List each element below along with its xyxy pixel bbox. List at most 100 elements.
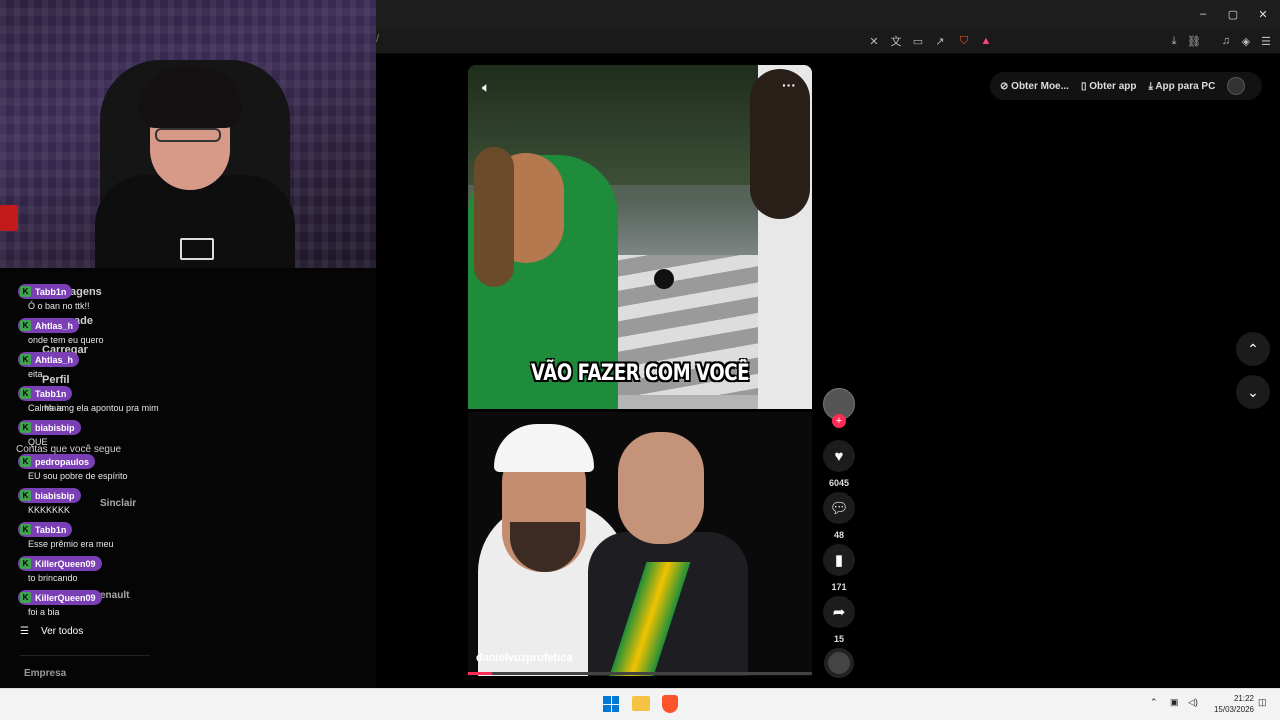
app-for-pc-label: App para PC [1155,80,1216,92]
chat-message: K Tabb1n Esse prêmio era meu [18,522,114,549]
chat-username[interactable]: K Tabb1n [18,386,73,401]
brave-rewards-icon[interactable]: ▲ [978,33,994,49]
chat-badge-icon: K [20,592,31,603]
share-count: 15 [833,634,844,644]
clock[interactable]: 21:22 15/03/2026 [1206,693,1254,715]
like-button[interactable]: ♥ 6045 [822,440,856,488]
chat-username[interactable]: K KillerQueen09 [18,590,102,605]
chat-username[interactable]: K Ahtlas_h [18,352,80,367]
browser-toolbar [376,28,1280,54]
following-user-sinclair[interactable]: Sinclair [100,498,136,509]
video-caption: VÃO FAZER COM VOCÊ [530,361,750,386]
follow-plus-icon[interactable]: + [832,414,846,428]
download-icon[interactable]: ⤓ [1166,33,1182,49]
more-options-icon[interactable]: ··· [782,77,796,93]
chat-message: Kpedropaulos EU sou pobre de espírito [18,454,128,481]
chat-username-text: KillerQueen09 [35,592,96,603]
next-video-preview[interactable]: danielvozprofetica [468,412,812,676]
file-explorer-icon[interactable] [632,696,650,711]
suit-face [618,432,704,544]
chat-username[interactable]: K Ahtlas_h [18,318,80,333]
chat-badge-icon: K [20,388,31,399]
see-all-label: Ver todos [40,626,84,637]
vpn-icon[interactable]: ◈ [1238,33,1254,49]
cast-icon[interactable]: ▭ [910,33,926,49]
chat-username-text: Tabb1n [35,286,67,297]
glasses-icon [155,128,221,142]
volume-icon[interactable]: 🔈︎ [482,79,490,96]
chat-username[interactable]: Kbiabisbip [18,488,81,503]
chat-message: Kbiabisbip KKKKKKK [18,488,81,515]
volume-tray-icon[interactable]: ◁) [1188,697,1198,708]
start-menu-icon[interactable] [603,696,619,712]
comment-button[interactable]: 💬︎ 48 [822,492,856,540]
chat-username[interactable]: Kpedropaulos [18,454,96,469]
chat-message-text: EU sou pobre de espírito [28,471,128,481]
previous-video-button[interactable]: ⌃ [1236,332,1270,366]
microphone-icon [654,269,674,289]
music-disc[interactable] [822,648,856,678]
translate-icon[interactable]: 文 [888,33,904,49]
webcam-overlay [0,0,376,268]
chat-message-text: to brincando [28,573,78,583]
get-coins-label: Obter Moe... [1011,80,1069,92]
comment-icon: 💬︎ [823,492,855,524]
chat-message: K Ahtlas_heita [18,352,80,379]
media-icon[interactable]: ♫ [1218,33,1234,49]
share-icon[interactable]: ↗ [932,33,948,49]
notification-icon[interactable]: ◫ [1258,697,1267,708]
maximize-icon[interactable]: ▢ [1218,4,1248,24]
chat-badge-icon: K [20,320,31,331]
get-coins-button[interactable]: ⊘ Obter Moe... [1000,81,1069,92]
progress-bar[interactable] [468,672,812,675]
network-icon[interactable]: ▣ [1170,697,1179,708]
address-bar[interactable]: / [376,33,379,45]
share-button[interactable]: ➦ 15 [822,596,856,644]
browser-titlebar [376,0,1280,28]
company-link[interactable]: Empresa [24,668,66,679]
next-video-button[interactable]: ⌄ [1236,375,1270,409]
see-all-button[interactable]: ☰ Ver todos [20,626,83,637]
chat-message: K KillerQueen09 to brincando [18,556,102,583]
save-count: 171 [831,582,847,592]
chat-message-text: onde tem eu quero [28,335,104,345]
chat-message-text: Esse prêmio era meu [28,539,114,549]
list-icon: ☰ [20,626,29,637]
get-app-button[interactable]: ▯ Obter app [1081,81,1137,92]
audio-muted-icon[interactable]: ✕ [866,33,882,49]
chat-username-text: Ahtlas_h [35,320,74,331]
chat-message: Kbiabisbip QUE [18,420,81,447]
chat-message-text: foi a bia [28,607,60,617]
video-player[interactable]: 🔈︎ ··· VÃO FAZER COM VOCÊ [468,65,812,409]
chat-message: K KillerQueen09 foi a bia [18,590,102,617]
chat-username-text: pedropaulos [35,456,90,467]
chat-message-text: Ó o ban no ttk!! [28,301,90,311]
chat-badge-icon: K [20,354,31,365]
profile-avatar[interactable] [1227,77,1246,95]
close-icon[interactable]: ✕ [1248,4,1278,24]
chat-message-text: eita [28,369,43,379]
tray-chevron-icon[interactable]: ⌃ [1150,697,1158,708]
chat-username[interactable]: Kbiabisbip [18,420,81,435]
author-handle[interactable]: danielvozprofetica [476,652,573,664]
share-arrow-icon: ➦ [823,596,855,628]
red-cup [0,205,18,231]
get-app-label: Obter app [1089,80,1137,92]
chat-username[interactable]: K Tabb1n [18,522,73,537]
chat-message: K Tabb1n Calma amg ela apontou pra mim [18,386,159,413]
author-avatar-group[interactable]: + [822,388,856,428]
app-for-pc-button[interactable]: ⤓ App para PC [1148,81,1215,92]
link-icon[interactable]: ⛓ [1186,33,1202,49]
chat-username[interactable]: K KillerQueen09 [18,556,102,571]
white-cap-icon [494,424,594,472]
save-button[interactable]: ▮ 171 [822,544,856,592]
minimize-icon[interactable]: – [1188,4,1218,24]
chat-badge-icon: K [20,422,31,433]
chat-username[interactable]: K Tabb1n [18,284,73,299]
brave-shield-icon[interactable]: ⛉ [956,33,972,49]
brave-browser-icon[interactable] [662,695,678,713]
following-user-renault[interactable]: enault [100,590,129,601]
woman-hair [474,147,514,287]
chat-badge-icon: K [20,558,31,569]
menu-icon[interactable]: ☰ [1258,33,1274,49]
